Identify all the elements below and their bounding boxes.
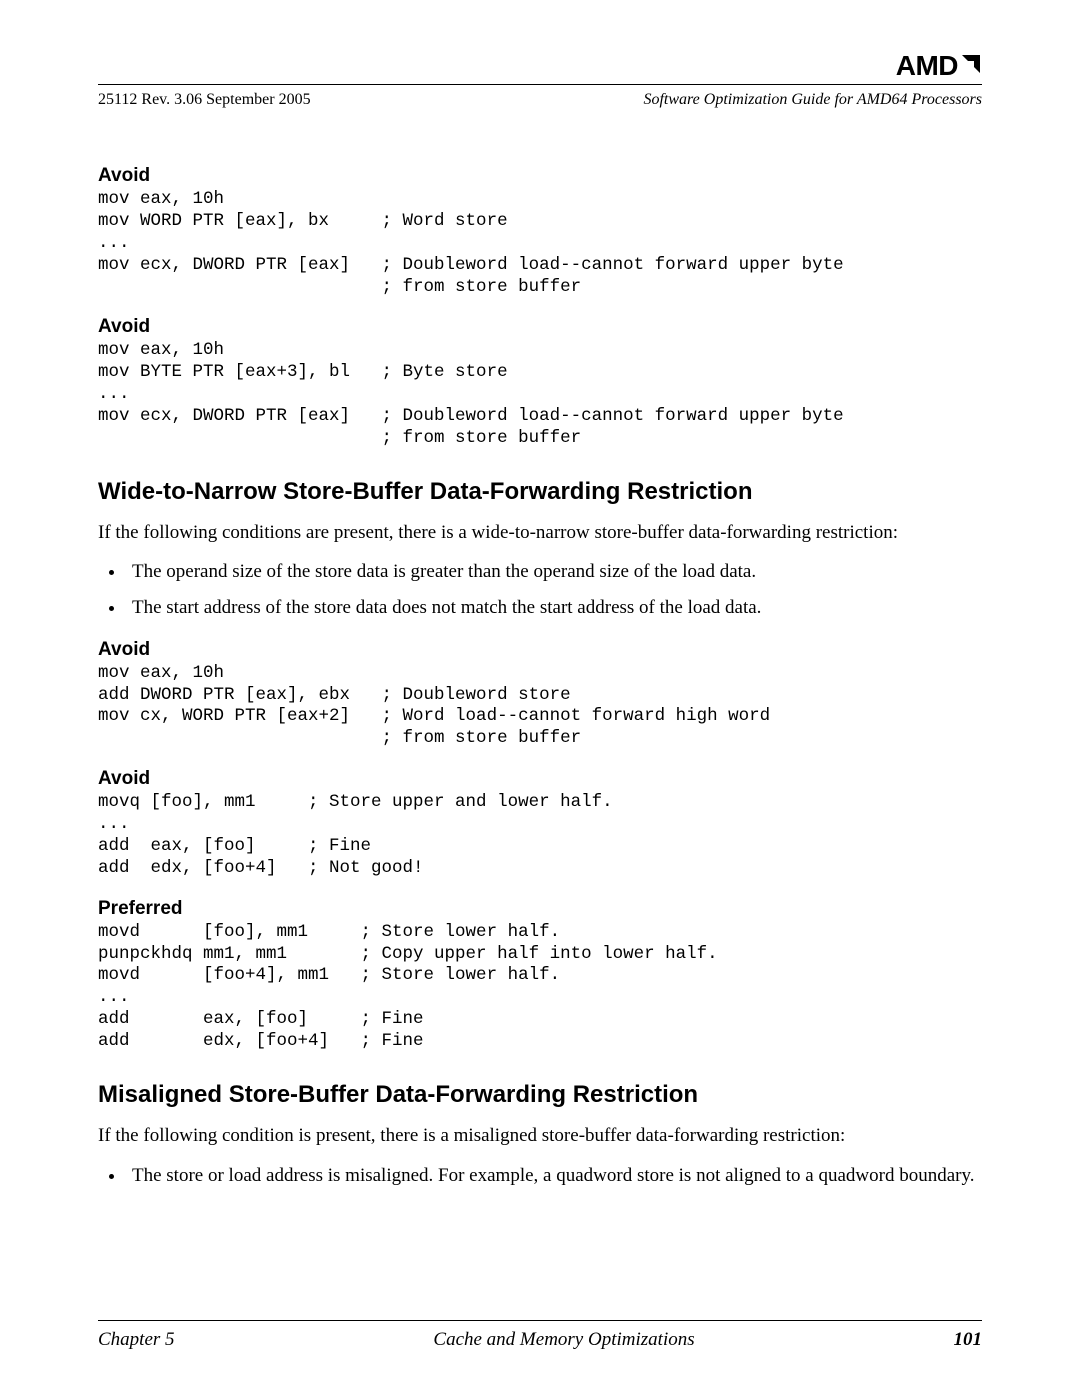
header-left: 25112 Rev. 3.06 September 2005: [98, 91, 311, 109]
running-header: 25112 Rev. 3.06 September 2005 Software …: [98, 91, 982, 109]
header-right: Software Optimization Guide for AMD64 Pr…: [643, 91, 982, 109]
amd-logo: AMD: [896, 50, 982, 82]
list-item: The operand size of the store data is gr…: [126, 559, 982, 585]
page-content: Avoid mov eax, 10h mov WORD PTR [eax], b…: [98, 165, 982, 1188]
page-footer: Chapter 5 Cache and Memory Optimizations…: [98, 1320, 982, 1351]
preferred-label: Preferred: [98, 898, 982, 920]
code-block-avoid-2: mov eax, 10h mov BYTE PTR [eax+3], bl ; …: [98, 340, 982, 449]
footer-center: Cache and Memory Optimizations: [433, 1329, 694, 1351]
avoid-label-4: Avoid: [98, 768, 982, 790]
amd-arrow-icon: [960, 50, 982, 82]
bullet-list-wide: The operand size of the store data is gr…: [98, 559, 982, 620]
bullet-list-mis: The store or load address is misaligned.…: [98, 1163, 982, 1189]
paragraph-mis-intro: If the following condition is present, t…: [98, 1123, 982, 1149]
heading-misaligned: Misaligned Store-Buffer Data-Forwarding …: [98, 1081, 982, 1109]
code-block-avoid-3: mov eax, 10h add DWORD PTR [eax], ebx ; …: [98, 663, 982, 751]
amd-logo-text: AMD: [896, 50, 958, 82]
list-item: The start address of the store data does…: [126, 595, 982, 621]
footer-left: Chapter 5: [98, 1329, 175, 1351]
top-rule-bar: AMD: [98, 50, 982, 85]
avoid-label-3: Avoid: [98, 639, 982, 661]
page-number: 101: [953, 1329, 982, 1351]
paragraph-wide-intro: If the following conditions are present,…: [98, 520, 982, 546]
page: AMD 25112 Rev. 3.06 September 2005 Softw…: [0, 0, 1080, 1397]
list-item: The store or load address is misaligned.…: [126, 1163, 982, 1189]
avoid-label-1: Avoid: [98, 165, 982, 187]
avoid-label-2: Avoid: [98, 316, 982, 338]
code-block-avoid-4: movq [foo], mm1 ; Store upper and lower …: [98, 792, 982, 880]
heading-wide-to-narrow: Wide-to-Narrow Store-Buffer Data-Forward…: [98, 478, 982, 506]
code-block-avoid-1: mov eax, 10h mov WORD PTR [eax], bx ; Wo…: [98, 189, 982, 298]
code-block-preferred: movd [foo], mm1 ; Store lower half. punp…: [98, 922, 982, 1053]
